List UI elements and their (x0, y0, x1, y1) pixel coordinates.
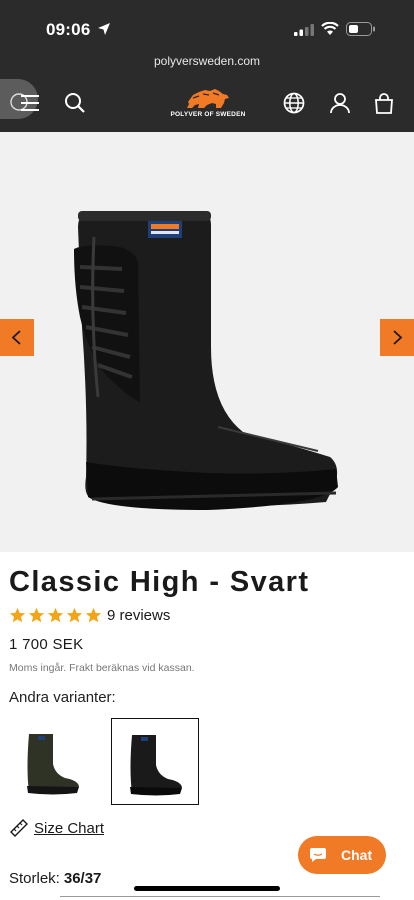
star-icon (28, 607, 45, 622)
star-icon (9, 607, 26, 622)
product-price: 1 700 SEK (9, 636, 84, 653)
size-label: Storlek: (9, 870, 60, 887)
variants-label: Andra varianter: (9, 689, 116, 706)
variant-olive-green[interactable] (9, 718, 97, 805)
cart-icon[interactable] (373, 92, 395, 114)
product-gallery[interactable] (0, 132, 414, 552)
chevron-left-icon (11, 330, 21, 345)
brand-logo[interactable]: POLYVER OF SWEDEN (170, 86, 246, 126)
status-time: 09:06 (46, 20, 91, 39)
product-rating[interactable]: 9 reviews (9, 605, 170, 625)
star-icon (66, 607, 83, 622)
chat-label: Chat (341, 847, 373, 863)
battery-icon (346, 22, 375, 36)
home-indicator (134, 886, 280, 891)
reviews-count[interactable]: 9 reviews (107, 607, 170, 624)
product-title: Classic High - Svart (9, 566, 310, 598)
logo-text: POLYVER OF SWEDEN (170, 111, 246, 118)
wifi-icon (321, 22, 339, 35)
search-icon[interactable] (64, 92, 86, 114)
account-icon[interactable] (329, 92, 351, 114)
gallery-next-button[interactable] (380, 319, 414, 356)
variant-black[interactable] (111, 718, 199, 805)
star-icon (85, 607, 102, 622)
signal-icon (294, 24, 314, 36)
globe-icon[interactable] (283, 92, 305, 114)
size-divider (60, 896, 380, 897)
location-arrow-icon (98, 23, 110, 35)
rating-stars (9, 607, 102, 624)
chevron-right-icon (393, 330, 403, 345)
status-bar: 09:06 (0, 0, 414, 50)
browser-url-bar[interactable]: polyversweden.com (0, 50, 414, 74)
ruler-icon (10, 819, 28, 837)
boot-thumbnail-green (27, 734, 79, 795)
gallery-prev-button[interactable] (0, 319, 34, 356)
tax-note: Moms ingår. Frakt beräknas vid kassan. (9, 662, 195, 674)
size-value: 36/37 (63, 870, 102, 887)
size-chart-link[interactable]: Size Chart (9, 817, 104, 839)
chat-bubble-icon (310, 848, 326, 862)
boot-image (74, 211, 338, 510)
boot-thumbnail-black (130, 735, 182, 796)
menu-icon[interactable] (10, 90, 40, 116)
size-selector-row[interactable]: Storlek: 36/37 (9, 870, 101, 887)
bear-logo-icon (187, 89, 229, 108)
browser-url: polyversweden.com (153, 54, 261, 68)
site-header: POLYVER OF SWEDEN (0, 74, 414, 132)
size-chart-label[interactable]: Size Chart (34, 820, 104, 837)
chat-button[interactable]: Chat (298, 836, 386, 874)
star-icon (47, 607, 64, 622)
